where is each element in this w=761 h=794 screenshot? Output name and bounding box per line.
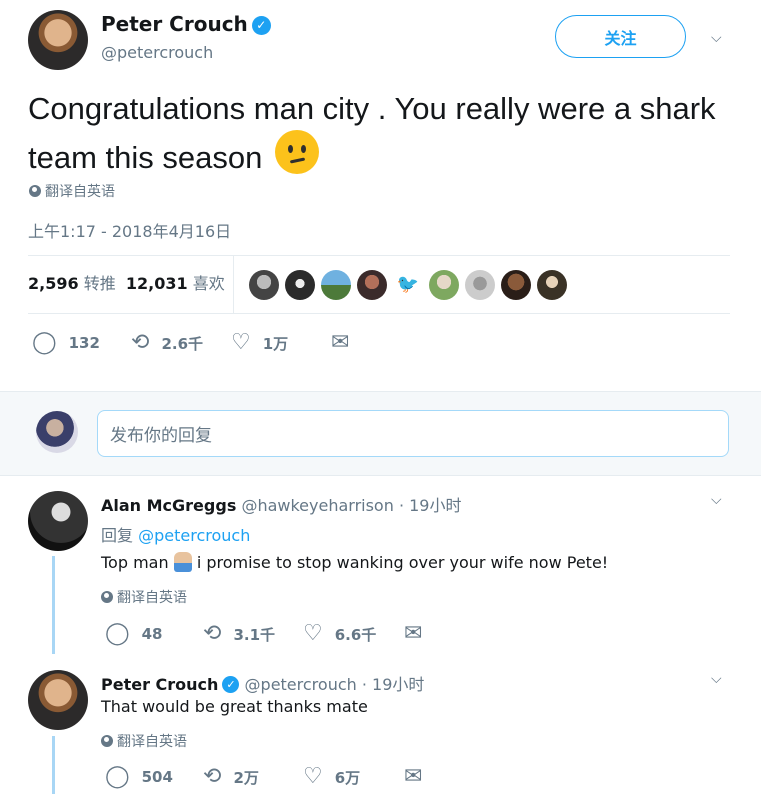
envelope-icon: ✉	[404, 764, 423, 789]
reply-author-handle[interactable]: @petercrouch · 19小时	[245, 675, 425, 694]
reply-header: Peter Crouch ✓ @petercrouch · 19小时	[101, 671, 424, 695]
user-avatar[interactable]	[36, 411, 78, 453]
reply-icon: ◯	[105, 621, 130, 646]
retweet-icon: ⟲	[203, 764, 222, 789]
verified-icon: ✓	[251, 16, 271, 35]
reply-author-name[interactable]: Peter Crouch ✓	[101, 675, 240, 694]
verified-icon: ✓	[222, 676, 240, 693]
reply-author-name[interactable]: Alan McGreggs	[101, 496, 236, 515]
globe-icon	[29, 185, 41, 197]
retweet-icon: ⟲	[203, 621, 222, 646]
reply-button[interactable]: ◯ 132	[32, 332, 100, 354]
author-name[interactable]: Peter Crouch ✓	[101, 12, 271, 36]
thread-line	[52, 736, 55, 794]
reply-author-avatar[interactable]	[28, 491, 88, 551]
man-raising-hand-emoji-icon	[173, 552, 192, 572]
chevron-down-icon[interactable]: ⌵	[711, 671, 722, 687]
globe-icon	[101, 591, 113, 603]
liker-avatar[interactable]	[357, 270, 387, 300]
liker-avatar[interactable]: 🐦	[393, 270, 423, 300]
reply-author-avatar[interactable]	[28, 670, 88, 730]
retweet-button[interactable]: ⟲ 2.6千	[131, 332, 203, 354]
author-handle[interactable]: @petercrouch	[101, 43, 213, 62]
envelope-icon: ✉	[331, 330, 350, 355]
direct-message-button[interactable]: ✉	[331, 332, 349, 354]
liker-avatar[interactable]	[501, 270, 531, 300]
divider	[233, 256, 234, 313]
reply-icon: ◯	[32, 330, 57, 355]
tweet-text: Congratulations man city . You really we…	[28, 91, 716, 175]
replying-to: 回复 @petercrouch	[101, 526, 251, 545]
confused-face-emoji-icon	[274, 130, 319, 174]
reply-header: Alan McGreggs @hawkeyeharrison · 19小时	[101, 492, 461, 516]
chevron-down-icon[interactable]: ⌵	[711, 30, 722, 46]
translate-link[interactable]: 翻译自英语	[101, 731, 187, 751]
translate-link[interactable]: 翻译自英语	[29, 181, 115, 201]
direct-message-button[interactable]: ✉	[404, 623, 422, 645]
globe-icon	[101, 735, 113, 747]
engagement-stats[interactable]: 2,596 转推 12,031 喜欢	[28, 270, 225, 294]
follow-button[interactable]: 关注	[555, 15, 686, 58]
like-button[interactable]: ♡ 1万	[231, 332, 288, 354]
retweet-button[interactable]: ⟲ 2万	[203, 766, 259, 788]
like-button[interactable]: ♡ 6.6千	[303, 623, 376, 645]
heart-icon: ♡	[303, 764, 323, 789]
mention-link[interactable]: @petercrouch	[138, 526, 250, 545]
envelope-icon: ✉	[404, 621, 423, 646]
liker-avatar[interactable]	[249, 270, 279, 300]
reply-text: Top man i promise to stop wanking over y…	[101, 552, 609, 572]
liker-avatar[interactable]	[321, 270, 351, 300]
reply-button[interactable]: ◯ 48	[105, 623, 163, 645]
liker-avatar[interactable]	[429, 270, 459, 300]
heart-icon: ♡	[231, 330, 251, 355]
reply-icon: ◯	[105, 764, 130, 789]
chevron-down-icon[interactable]: ⌵	[711, 492, 722, 508]
liker-avatar[interactable]	[465, 270, 495, 300]
divider	[28, 255, 730, 256]
tweet-timestamp[interactable]: 上午1:17 - 2018年4月16日	[28, 218, 231, 242]
author-avatar[interactable]	[28, 10, 88, 70]
divider	[28, 313, 730, 314]
reply-input[interactable]: 发布你的回复	[97, 410, 729, 457]
liker-avatar[interactable]	[537, 270, 567, 300]
thread-line	[52, 556, 55, 654]
reply-text: That would be great thanks mate	[101, 697, 368, 716]
reply-button[interactable]: ◯ 504	[105, 766, 173, 788]
retweet-button[interactable]: ⟲ 3.1千	[203, 623, 275, 645]
like-button[interactable]: ♡ 6万	[303, 766, 360, 788]
heart-icon: ♡	[303, 621, 323, 646]
liker-avatar[interactable]	[285, 270, 315, 300]
retweet-icon: ⟲	[131, 330, 150, 355]
translate-link[interactable]: 翻译自英语	[101, 587, 187, 607]
direct-message-button[interactable]: ✉	[404, 766, 422, 788]
reply-author-handle[interactable]: @hawkeyeharrison · 19小时	[241, 496, 461, 515]
